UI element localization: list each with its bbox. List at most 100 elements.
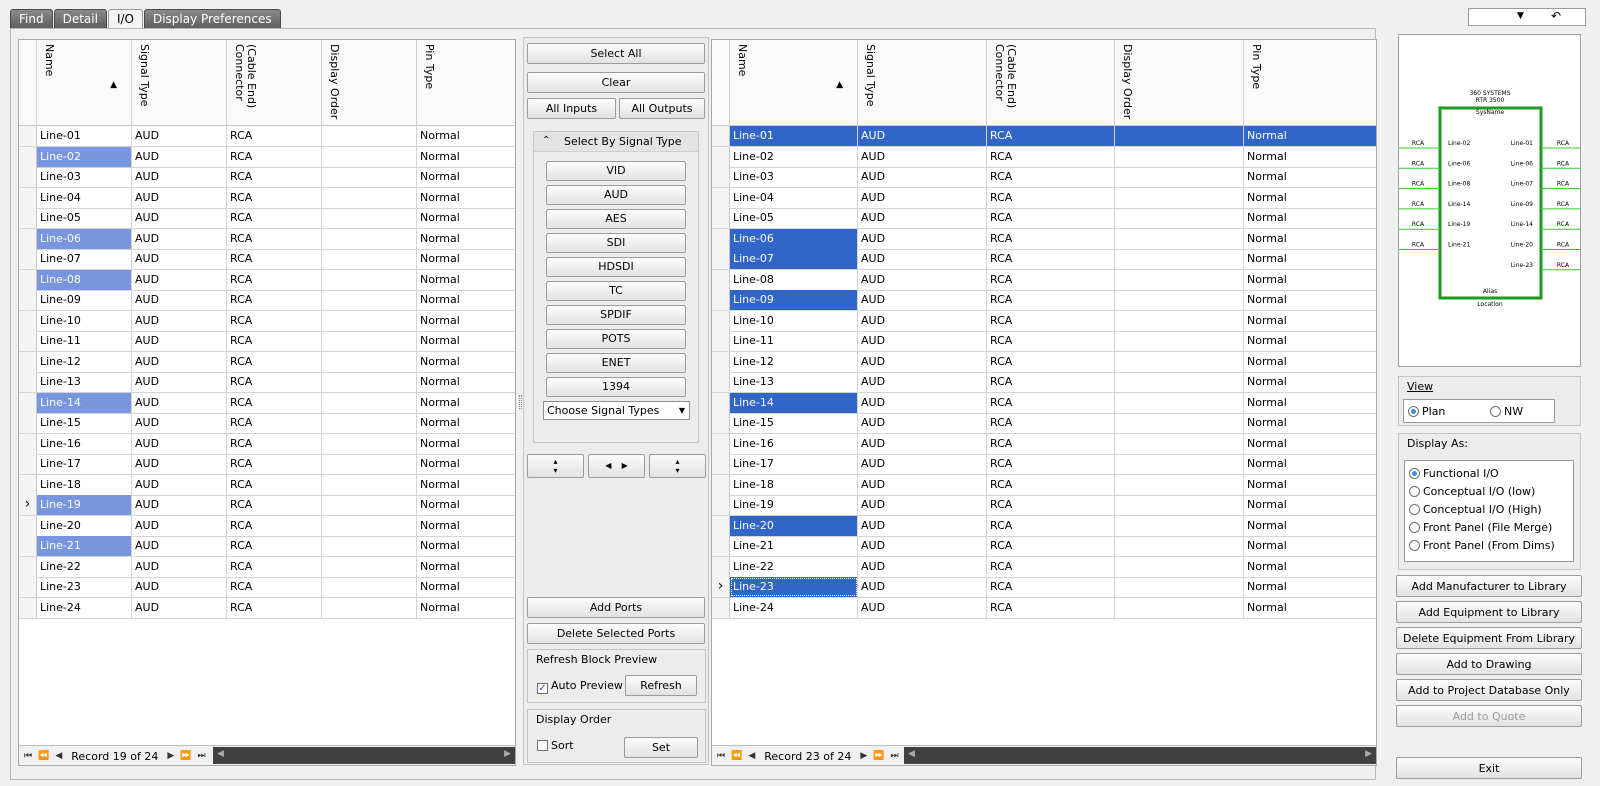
table-row[interactable]: Line-22 AUD RCA Normal bbox=[19, 556, 515, 578]
cell-name[interactable]: Line-10 bbox=[37, 310, 132, 331]
right-horizontal-scrollbar[interactable]: ◀ ▶ bbox=[904, 747, 1376, 764]
move-up-down-left-button[interactable]: ▴ ▾ bbox=[527, 454, 584, 478]
cell-signal-type[interactable]: AUD bbox=[858, 536, 987, 556]
row-indicator[interactable] bbox=[19, 433, 37, 454]
cell-signal-type[interactable]: AUD bbox=[132, 515, 227, 536]
table-row[interactable]: Line-24 AUD RCA Normal bbox=[19, 597, 515, 619]
cell-connector[interactable]: RCA bbox=[987, 290, 1115, 310]
prev-record-icon[interactable]: ◀ bbox=[55, 751, 62, 761]
cell-name[interactable]: Line-19 bbox=[730, 495, 858, 515]
cell-display-order[interactable] bbox=[1115, 126, 1244, 146]
cell-display-order[interactable] bbox=[1115, 536, 1244, 556]
cell-pin-type[interactable]: Normal bbox=[1244, 167, 1376, 187]
radio-icon[interactable] bbox=[1409, 468, 1420, 479]
current-row-indicator[interactable]: › bbox=[712, 577, 730, 597]
table-row[interactable]: › Line-23 AUD RCA Normal bbox=[712, 577, 1376, 598]
cell-name[interactable]: Line-04 bbox=[730, 187, 858, 208]
prev-record-icon[interactable]: ◀ bbox=[748, 751, 755, 761]
cell-signal-type[interactable]: AUD bbox=[858, 167, 987, 187]
cell-signal-type[interactable]: AUD bbox=[132, 597, 227, 618]
column-header-connector[interactable]: (Cable End) Connector bbox=[227, 40, 322, 126]
cell-connector[interactable]: RCA bbox=[227, 372, 322, 392]
cell-display-order[interactable] bbox=[322, 310, 417, 331]
cell-pin-type[interactable]: Normal bbox=[417, 290, 515, 310]
row-indicator[interactable] bbox=[712, 454, 730, 474]
cell-display-order[interactable] bbox=[322, 515, 417, 536]
cell-display-order[interactable] bbox=[322, 228, 417, 249]
table-row[interactable]: Line-02 AUD RCA Normal bbox=[712, 146, 1376, 168]
display-as-option[interactable]: Functional I/O bbox=[1409, 467, 1499, 480]
cell-signal-type[interactable]: AUD bbox=[132, 392, 227, 413]
cell-display-order[interactable] bbox=[1115, 433, 1244, 454]
signal-sdi-button[interactable]: SDI bbox=[546, 233, 686, 253]
cell-pin-type[interactable]: Normal bbox=[417, 208, 515, 228]
cell-connector[interactable]: RCA bbox=[987, 126, 1115, 146]
add-to-quote-button[interactable]: Add to Quote bbox=[1396, 705, 1582, 727]
row-indicator[interactable] bbox=[19, 126, 37, 146]
signal-pots-button[interactable]: POTS bbox=[546, 329, 686, 349]
cell-pin-type[interactable]: Normal bbox=[417, 536, 515, 556]
row-indicator[interactable] bbox=[712, 556, 730, 577]
cell-signal-type[interactable]: AUD bbox=[132, 187, 227, 208]
table-row[interactable]: Line-07 AUD RCA Normal bbox=[19, 249, 515, 270]
cell-name[interactable]: Line-08 bbox=[37, 269, 132, 290]
cell-name[interactable]: Line-23 bbox=[730, 577, 858, 597]
table-row[interactable]: Line-20 AUD RCA Normal bbox=[712, 515, 1376, 537]
cell-connector[interactable]: RCA bbox=[227, 392, 322, 413]
tab-detail[interactable]: Detail bbox=[53, 9, 107, 29]
cell-name[interactable]: Line-09 bbox=[730, 290, 858, 310]
all-outputs-button[interactable]: All Outputs bbox=[619, 98, 705, 119]
cell-pin-type[interactable]: Normal bbox=[1244, 454, 1376, 474]
cell-pin-type[interactable]: Normal bbox=[1244, 208, 1376, 228]
cell-display-order[interactable] bbox=[322, 433, 417, 454]
top-right-combo[interactable]: ▼ ↶ bbox=[1468, 8, 1586, 26]
cell-pin-type[interactable]: Normal bbox=[417, 147, 515, 167]
cell-display-order[interactable] bbox=[1115, 495, 1244, 515]
cell-display-order[interactable] bbox=[1115, 310, 1244, 331]
refresh-button[interactable]: Refresh bbox=[625, 675, 697, 696]
cell-name[interactable]: Line-03 bbox=[37, 167, 132, 187]
delete-selected-ports-button[interactable]: Delete Selected Ports bbox=[527, 623, 705, 644]
cell-display-order[interactable] bbox=[1115, 474, 1244, 495]
cell-name[interactable]: Line-04 bbox=[37, 187, 132, 208]
cell-pin-type[interactable]: Normal bbox=[417, 372, 515, 392]
table-row[interactable]: Line-12 AUD RCA Normal bbox=[712, 351, 1376, 373]
cell-pin-type[interactable]: Normal bbox=[417, 516, 515, 536]
cell-connector[interactable]: RCA bbox=[987, 392, 1115, 413]
cell-connector[interactable]: RCA bbox=[987, 515, 1115, 536]
cell-signal-type[interactable]: AUD bbox=[132, 536, 227, 556]
table-row[interactable]: Line-11 AUD RCA Normal bbox=[712, 331, 1376, 352]
cell-connector[interactable]: RCA bbox=[227, 351, 322, 372]
row-indicator[interactable] bbox=[19, 454, 37, 474]
table-row[interactable]: Line-14 AUD RCA Normal bbox=[712, 392, 1376, 414]
cell-connector[interactable]: RCA bbox=[987, 536, 1115, 556]
table-row[interactable]: Line-15 AUD RCA Normal bbox=[19, 413, 515, 434]
row-indicator[interactable] bbox=[712, 331, 730, 351]
cell-signal-type[interactable]: AUD bbox=[132, 433, 227, 454]
cell-signal-type[interactable]: AUD bbox=[858, 269, 987, 290]
cell-name[interactable]: Line-20 bbox=[37, 515, 132, 536]
next-page-icon[interactable]: ⏩ bbox=[180, 751, 191, 761]
column-header-pin-type[interactable]: Pin Type bbox=[417, 40, 515, 126]
cell-connector[interactable]: RCA bbox=[987, 597, 1115, 618]
radio-icon[interactable] bbox=[1490, 406, 1501, 417]
cell-name[interactable]: Line-24 bbox=[37, 597, 132, 618]
cell-connector[interactable]: RCA bbox=[227, 331, 322, 351]
cell-signal-type[interactable]: AUD bbox=[132, 556, 227, 577]
prev-page-icon[interactable]: ⏪ bbox=[38, 751, 49, 761]
cell-name[interactable]: Line-15 bbox=[37, 413, 132, 433]
cell-display-order[interactable] bbox=[1115, 454, 1244, 474]
cell-name[interactable]: Line-03 bbox=[730, 167, 858, 187]
row-indicator[interactable] bbox=[19, 556, 37, 577]
cell-signal-type[interactable]: AUD bbox=[858, 351, 987, 372]
move-up-down-right-button[interactable]: ▴ ▾ bbox=[649, 454, 706, 478]
cell-pin-type[interactable]: Normal bbox=[1244, 393, 1376, 413]
cell-signal-type[interactable]: AUD bbox=[858, 433, 987, 454]
row-indicator[interactable] bbox=[712, 536, 730, 556]
cell-signal-type[interactable]: AUD bbox=[858, 577, 987, 597]
signal-enet-button[interactable]: ENET bbox=[546, 353, 686, 373]
cell-pin-type[interactable]: Normal bbox=[417, 270, 515, 290]
cell-signal-type[interactable]: AUD bbox=[858, 208, 987, 228]
table-row[interactable]: Line-12 AUD RCA Normal bbox=[19, 351, 515, 373]
cell-name[interactable]: Line-24 bbox=[730, 597, 858, 618]
